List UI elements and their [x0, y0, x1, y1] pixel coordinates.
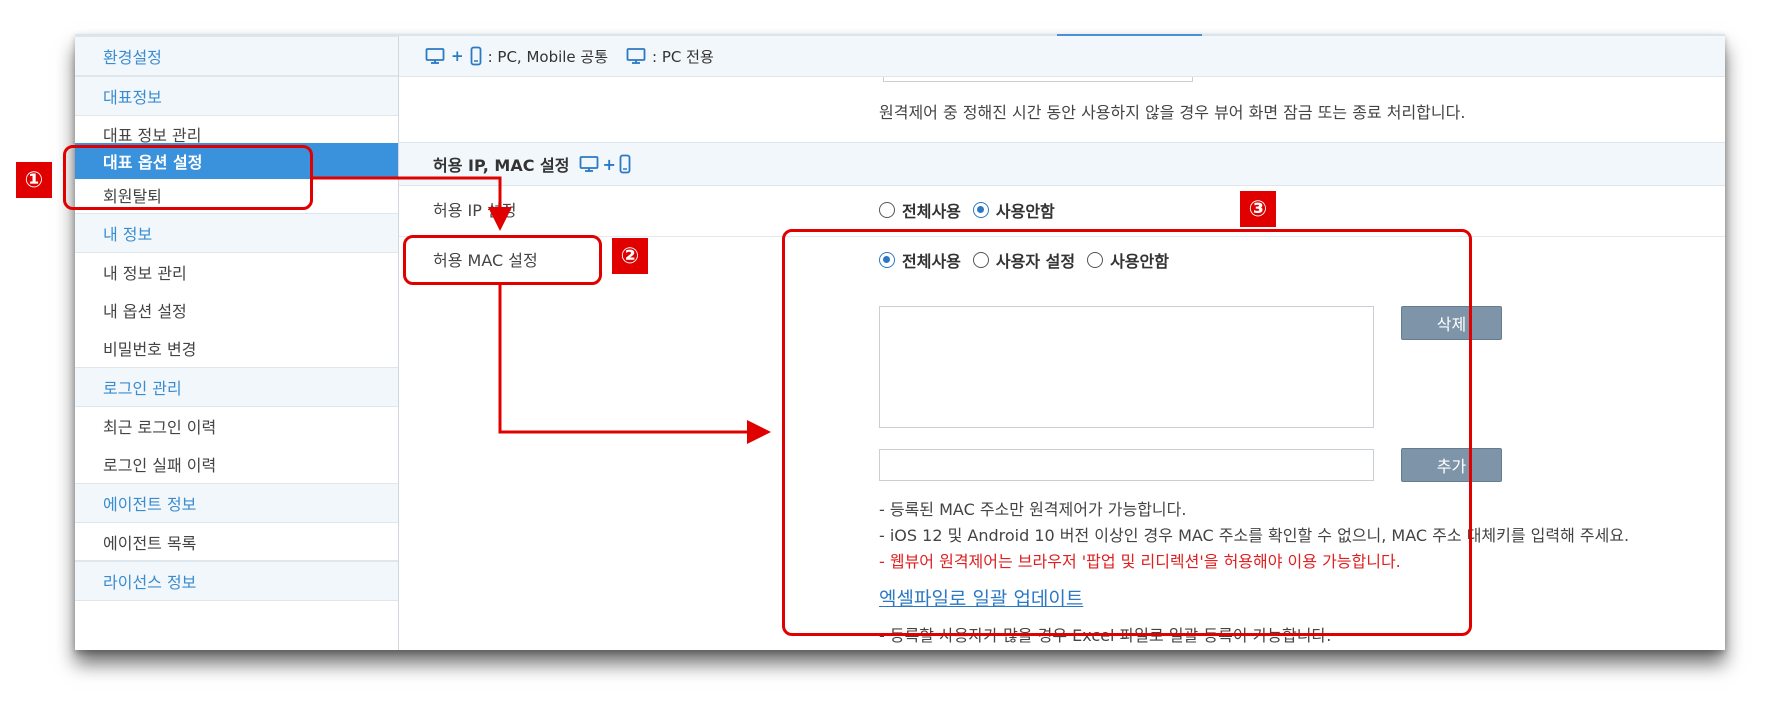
monitor-icon [626, 48, 646, 64]
monitor-icon [580, 156, 599, 172]
radio-label: 전체사용 [902, 202, 961, 221]
sidebar-item-my-info-manage[interactable]: 내 정보 관리 [75, 253, 398, 291]
ip-setting-label: 허용 IP 설정 [433, 201, 517, 220]
timeout-description: 원격제어 중 정해진 시간 동안 사용하지 않을 경우 뷰어 화면 잠금 또는 … [879, 103, 1466, 122]
sidebar-section-agent[interactable]: 에이전트 정보 [75, 483, 398, 523]
sidebar-item-agent-list[interactable]: 에이전트 목록 [75, 523, 398, 561]
sidebar-section-license[interactable]: 라이선스 정보 [75, 561, 398, 601]
section-ip-mac: 허용 IP, MAC 설정 + [399, 142, 1725, 186]
sidebar-item-login-fail[interactable]: 로그인 실패 이력 [75, 445, 398, 483]
sidebar-item-label: 내 정보 [103, 225, 153, 244]
ip-radio-group: 전체사용 사용안함 [879, 198, 1055, 222]
sidebar-item-label: 라이선스 정보 [103, 573, 197, 592]
legend-both-text: : PC, Mobile 공통 [487, 47, 609, 66]
sidebar-item-label: 환경설정 [103, 48, 162, 67]
ip-radio-none[interactable]: 사용안함 [972, 198, 1055, 222]
annotation-box-3 [782, 229, 1472, 636]
sidebar-section-login[interactable]: 로그인 관리 [75, 367, 398, 407]
sidebar-item-label: 대표정보 [103, 88, 162, 107]
radio-label: 사용안함 [995, 202, 1055, 221]
annotation-box-2 [403, 235, 602, 285]
annotation-badge-1: ① [16, 162, 52, 198]
plus-sign: + [451, 47, 464, 65]
sidebar-section-rep-info[interactable]: 대표정보 [75, 76, 398, 116]
plus-sign: + [602, 154, 616, 174]
sidebar: 환경설정 대표정보 대표 정보 관리 대표 옵션 설정 회원탈퇴 내 정보 내 … [75, 36, 399, 650]
radio-button-selected[interactable] [972, 202, 989, 218]
sidebar-item-my-options[interactable]: 내 옵션 설정 [75, 291, 398, 329]
mobile-icon [470, 46, 481, 66]
sidebar-section-settings[interactable]: 환경설정 [75, 36, 398, 76]
sidebar-item-recent-login[interactable]: 최근 로그인 이력 [75, 407, 398, 445]
sidebar-item-change-password[interactable]: 비밀번호 변경 [75, 329, 398, 367]
device-legend: + : PC, Mobile 공통 : PC 전용 [399, 36, 1725, 77]
sidebar-item-label: 에이전트 정보 [103, 495, 197, 514]
device-both-icons: + [579, 154, 631, 174]
monitor-icon [425, 48, 445, 64]
sidebar-item-label: 최근 로그인 이력 [103, 418, 217, 437]
sidebar-section-my-info[interactable]: 내 정보 [75, 213, 398, 253]
ip-radio-all[interactable]: 전체사용 [879, 198, 961, 222]
timeout-select-bottom[interactable] [883, 77, 1193, 82]
radio-button[interactable] [879, 202, 895, 218]
sidebar-item-label: 비밀번호 변경 [103, 340, 197, 359]
sidebar-item-label: 에이전트 목록 [103, 533, 197, 553]
mobile-icon [619, 154, 631, 174]
annotation-badge-3: ③ [1240, 191, 1276, 227]
section-title: 허용 IP, MAC 설정 [433, 156, 570, 175]
sidebar-item-label: 내 옵션 설정 [103, 302, 187, 321]
sidebar-item-label: 내 정보 관리 [103, 264, 187, 283]
legend-pc-text: : PC 전용 [652, 47, 714, 66]
annotation-badge-2: ② [612, 238, 648, 274]
annotation-box-1 [63, 145, 313, 210]
sidebar-item-label: 로그인 관리 [103, 379, 182, 398]
sidebar-item-label: 로그인 실패 이력 [103, 456, 217, 475]
